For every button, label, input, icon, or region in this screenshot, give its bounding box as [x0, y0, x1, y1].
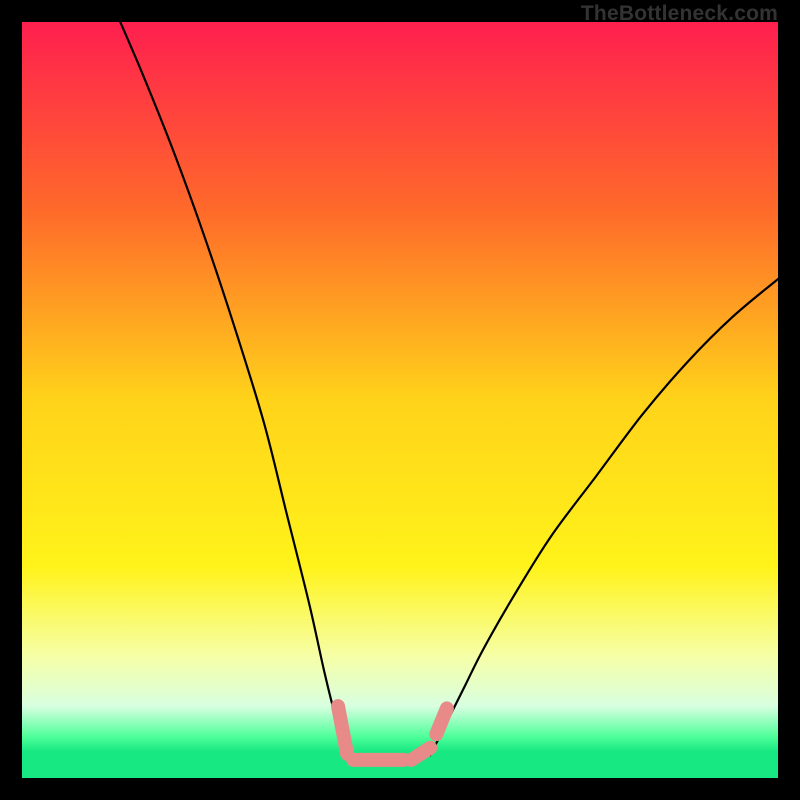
- gradient-background: [22, 22, 778, 778]
- chart-canvas: [22, 22, 778, 778]
- marker-segment: [436, 708, 447, 734]
- watermark-text: TheBottleneck.com: [581, 2, 778, 26]
- marker-segment: [338, 706, 347, 754]
- outer-frame: TheBottleneck.com: [0, 0, 800, 800]
